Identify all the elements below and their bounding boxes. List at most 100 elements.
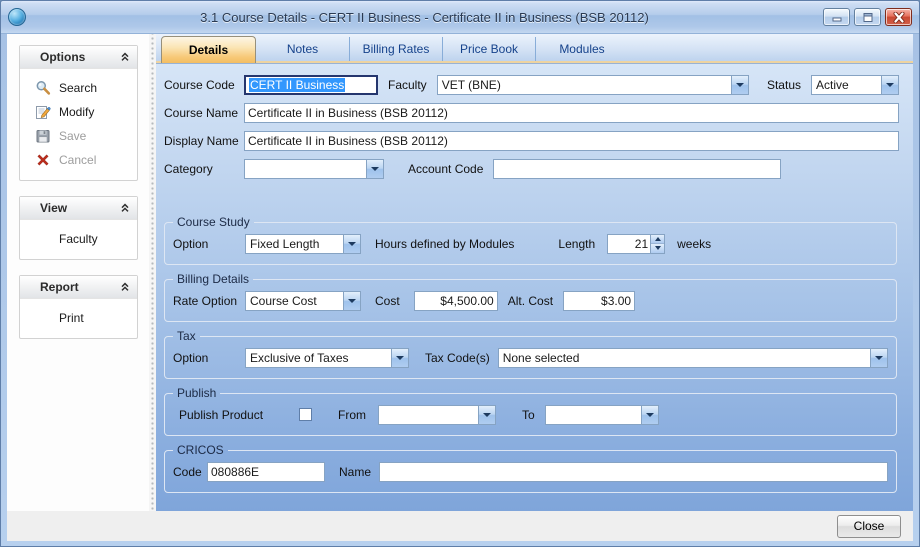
study-option-label: Option [173, 237, 245, 251]
chevron-down-icon[interactable] [343, 292, 360, 310]
publish-to-value [546, 406, 641, 424]
sidebar-item-label: Cancel [59, 153, 96, 167]
sidebar-item-modify[interactable]: Modify [20, 100, 137, 124]
sidebar-item-print[interactable]: Print [20, 306, 137, 330]
close-button[interactable]: Close [837, 515, 901, 538]
course-details-window: 3.1 Course Details - CERT II Business - … [0, 0, 920, 547]
billing-details-group: Billing Details Rate Option Course Cost … [164, 272, 897, 322]
study-option-dropdown[interactable]: Fixed Length [245, 234, 361, 254]
chevron-down-icon[interactable] [478, 406, 495, 424]
cost-label: Cost [375, 294, 400, 308]
chevron-down-icon[interactable] [641, 406, 658, 424]
details-form: Course Code CERT II Business Faculty VET… [156, 63, 913, 511]
window-title: 3.1 Course Details - CERT II Business - … [26, 10, 823, 25]
cricos-code-label: Code [173, 465, 207, 479]
account-code-input[interactable] [493, 159, 781, 179]
length-spinner[interactable]: 21 [607, 234, 665, 254]
modify-icon [35, 104, 51, 120]
cricos-title: CRICOS [173, 443, 228, 457]
sidebar-item-faculty[interactable]: Faculty [20, 227, 137, 251]
account-code-label: Account Code [408, 162, 483, 176]
sidebar-item-search[interactable]: Search [20, 76, 137, 100]
collapse-chevron-icon[interactable] [120, 203, 130, 213]
spin-up-icon[interactable] [651, 235, 664, 244]
minimize-icon[interactable] [823, 8, 850, 26]
tax-group: Tax Option Exclusive of Taxes Tax Code(s… [164, 329, 897, 379]
view-panel-header[interactable]: View [20, 197, 137, 220]
tab-modules[interactable]: Modules [535, 37, 628, 61]
tab-label: Notes [287, 42, 318, 56]
tax-option-dropdown[interactable]: Exclusive of Taxes [245, 348, 409, 368]
chevron-down-icon[interactable] [391, 349, 408, 367]
main-content: Details Notes Billing Rates Price Book M… [156, 34, 913, 511]
course-code-value: CERT II Business [249, 78, 345, 92]
cost-input[interactable]: $4,500.00 [414, 291, 498, 311]
publish-product-label: Publish Product [179, 408, 263, 422]
report-panel: Report Print [19, 275, 138, 339]
cricos-name-input[interactable] [379, 462, 888, 482]
chevron-down-icon[interactable] [366, 160, 383, 178]
search-icon [35, 80, 51, 96]
display-name-value: Certificate II in Business (BSB 20112) [248, 134, 448, 148]
tax-codes-label: Tax Code(s) [425, 351, 490, 365]
tab-details[interactable]: Details [161, 36, 256, 63]
publish-to-label: To [522, 408, 535, 422]
category-dropdown[interactable] [244, 159, 384, 179]
alt-cost-input[interactable]: $3.00 [563, 291, 635, 311]
length-value: 21 [608, 235, 650, 253]
course-code-input[interactable]: CERT II Business [244, 75, 378, 95]
course-name-input[interactable]: Certificate II in Business (BSB 20112) [244, 103, 899, 123]
tab-notes[interactable]: Notes [256, 37, 349, 61]
footer-bar: Close [7, 511, 913, 541]
sidebar-splitter[interactable] [149, 34, 156, 511]
rate-option-dropdown[interactable]: Course Cost [245, 291, 361, 311]
cricos-code-input[interactable]: 080886E [207, 462, 325, 482]
publish-to-dropdown[interactable] [545, 405, 659, 425]
publish-product-checkbox[interactable] [299, 408, 312, 421]
course-study-title: Course Study [173, 215, 254, 229]
sidebar-item-label: Modify [59, 105, 94, 119]
maximize-icon[interactable] [854, 8, 881, 26]
chevron-down-icon[interactable] [731, 76, 748, 94]
collapse-chevron-icon[interactable] [120, 282, 130, 292]
tax-codes-dropdown[interactable]: None selected [498, 348, 888, 368]
chevron-down-icon[interactable] [881, 76, 898, 94]
status-label: Status [767, 78, 801, 92]
options-panel-header[interactable]: Options [20, 46, 137, 69]
display-name-input[interactable]: Certificate II in Business (BSB 20112) [244, 131, 899, 151]
status-value: Active [812, 76, 881, 94]
spin-down-icon[interactable] [651, 243, 664, 253]
report-panel-header[interactable]: Report [20, 276, 137, 299]
app-icon [8, 8, 26, 26]
tab-label: Details [189, 43, 228, 57]
sidebar-item-save[interactable]: Save [20, 124, 137, 148]
publish-from-value [379, 406, 478, 424]
tax-title: Tax [173, 329, 200, 343]
tab-label: Modules [559, 42, 604, 56]
collapse-chevron-icon[interactable] [120, 52, 130, 62]
chevron-down-icon[interactable] [343, 235, 360, 253]
sidebar-item-label: Print [59, 311, 84, 325]
hours-defined-note: Hours defined by Modules [375, 237, 514, 251]
tab-strip: Details Notes Billing Rates Price Book M… [156, 34, 913, 63]
faculty-dropdown[interactable]: VET (BNE) [437, 75, 749, 95]
sidebar-item-cancel[interactable]: Cancel [20, 148, 137, 172]
tab-price-book[interactable]: Price Book [442, 37, 535, 61]
view-panel-title: View [40, 201, 120, 215]
report-panel-title: Report [40, 280, 120, 294]
title-bar: 3.1 Course Details - CERT II Business - … [1, 1, 919, 34]
publish-from-dropdown[interactable] [378, 405, 496, 425]
length-label: Length [558, 237, 595, 251]
category-value [245, 160, 366, 178]
rate-option-value: Course Cost [246, 292, 343, 310]
options-panel-title: Options [40, 50, 120, 64]
rate-option-label: Rate Option [173, 294, 245, 308]
chevron-down-icon[interactable] [870, 349, 887, 367]
close-icon[interactable] [885, 8, 912, 26]
tab-billing-rates[interactable]: Billing Rates [349, 37, 442, 61]
options-panel: Options Search Modify [19, 45, 138, 181]
status-dropdown[interactable]: Active [811, 75, 899, 95]
course-name-value: Certificate II in Business (BSB 20112) [248, 106, 448, 120]
window-frame: Options Search Modify [1, 34, 919, 547]
sidebar: Options Search Modify [7, 34, 149, 511]
